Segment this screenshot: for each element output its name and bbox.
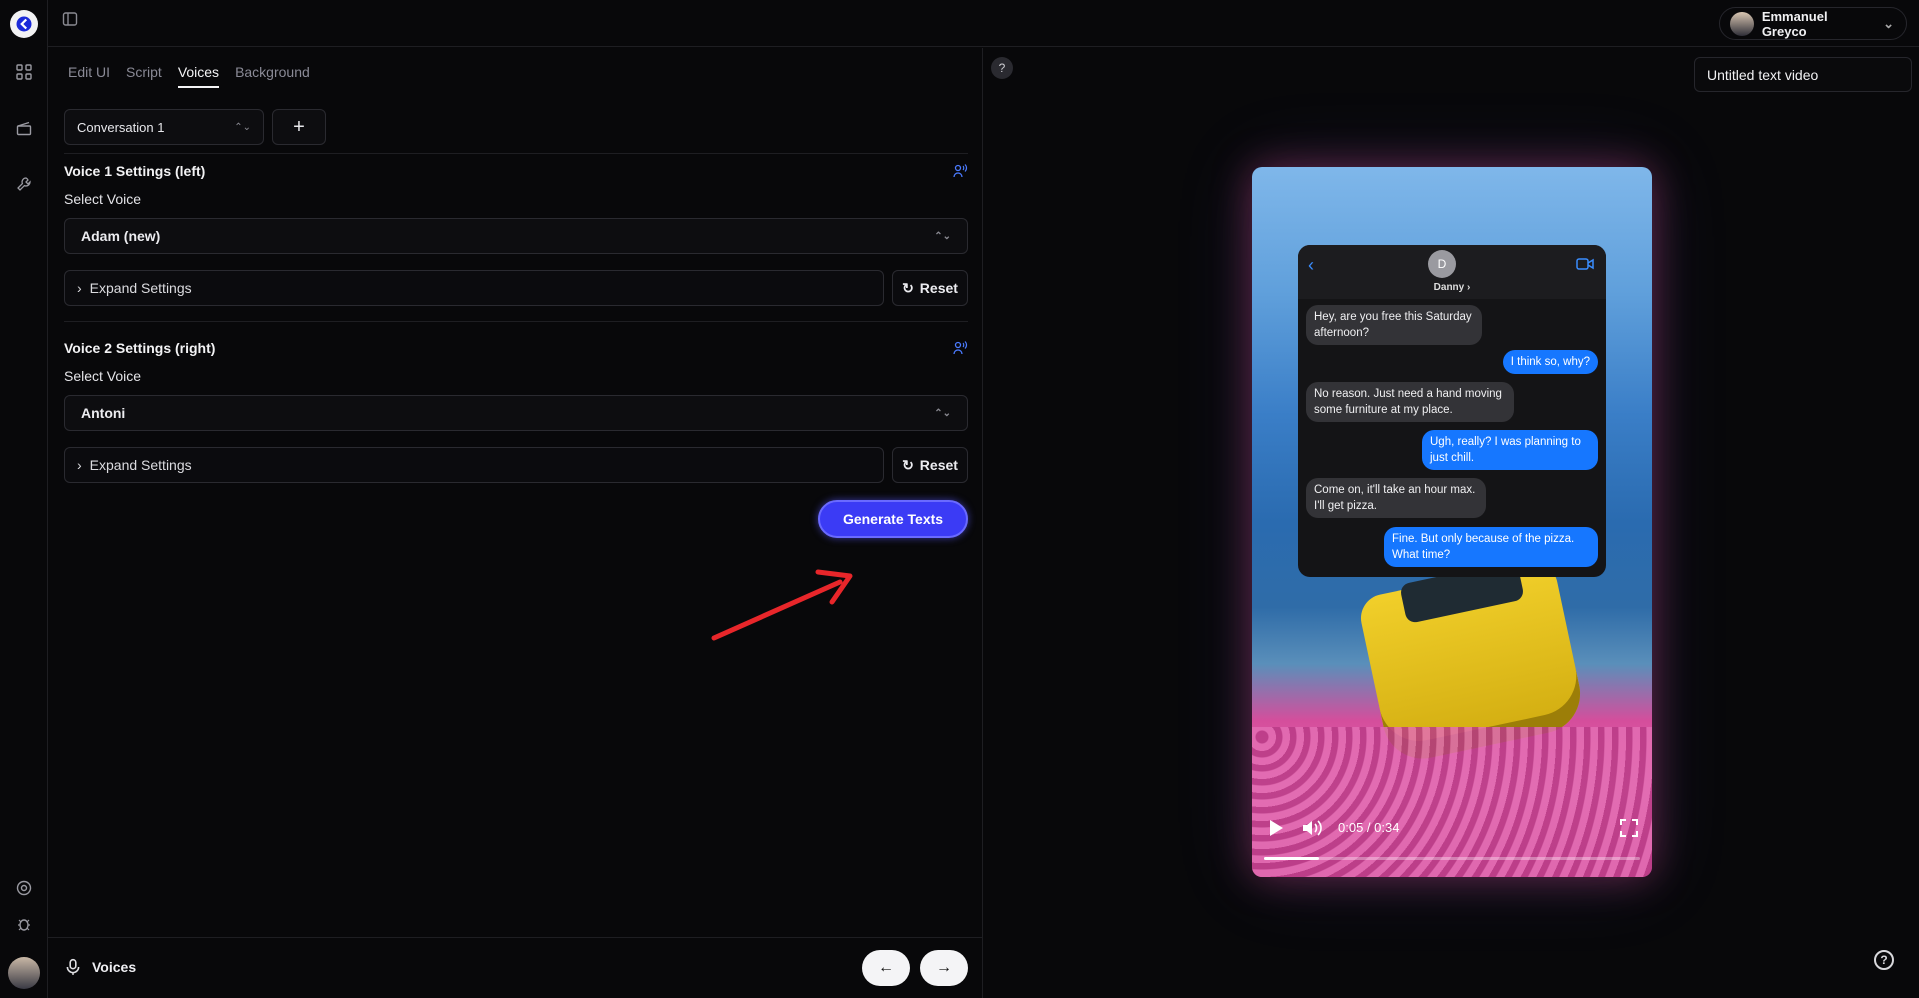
- microphone-icon: [64, 958, 84, 978]
- voice1-select-value: Adam (new): [81, 228, 161, 244]
- chevron-right-icon: ›: [77, 457, 82, 473]
- tab-script[interactable]: Script: [126, 64, 162, 88]
- chat-bubble-in: Come on, it'll take an hour max. I'll ge…: [1306, 478, 1486, 518]
- video-title-input[interactable]: [1694, 57, 1912, 92]
- video-camera-icon: [1576, 257, 1594, 271]
- tab-background[interactable]: Background: [235, 64, 310, 88]
- chevron-right-icon: ›: [77, 280, 82, 296]
- red-arrow-annotation: [711, 569, 853, 641]
- tab-voices[interactable]: Voices: [177, 64, 220, 88]
- contact-avatar: D: [1428, 250, 1456, 278]
- user-menu-avatar: [1730, 11, 1754, 36]
- progress-fill: [1264, 857, 1320, 860]
- voice1-title: Voice 1 Settings (left): [64, 163, 206, 179]
- sidebar-toggle-icon[interactable]: [62, 11, 80, 29]
- voice2-select-label: Select Voice: [64, 368, 142, 384]
- wrench-icon[interactable]: [14, 174, 34, 194]
- generate-texts-button[interactable]: Generate Texts: [818, 500, 968, 538]
- bug-icon[interactable]: [14, 914, 34, 934]
- app-root: Emmanuel Greyco ⌄ Edit UI Script Voices …: [0, 0, 1919, 998]
- chevron-down-icon: ⌄: [1883, 15, 1894, 31]
- divider: [64, 153, 968, 154]
- voice2-expand-label: Expand Settings: [89, 457, 192, 473]
- support-icon[interactable]: [14, 878, 34, 898]
- voice2-reset-label: Reset: [919, 457, 958, 473]
- user-menu-button[interactable]: Emmanuel Greyco ⌄: [1719, 7, 1907, 40]
- settings-panel: Edit UI Script Voices Background Convers…: [48, 48, 983, 998]
- chat-bubble-in: Hey, are you free this Saturday afternoo…: [1306, 305, 1482, 345]
- voice1-expand-label: Expand Settings: [89, 280, 192, 296]
- dashboard-icon[interactable]: [14, 62, 34, 82]
- next-step-button[interactable]: →: [920, 950, 968, 986]
- chat-bubble-out: I think so, why?: [1502, 350, 1598, 374]
- chat-header: ‹ D Danny ›: [1298, 245, 1606, 299]
- logo-icon: [16, 16, 32, 32]
- video-preview[interactable]: ‹ D Danny › Hey, are you free this Satur…: [1252, 167, 1652, 877]
- voice2-expand-settings[interactable]: › Expand Settings: [64, 447, 884, 483]
- preview-help-button[interactable]: ?: [991, 57, 1013, 79]
- play-icon[interactable]: [1268, 819, 1284, 837]
- voice2-select[interactable]: Antoni ⌃⌄: [64, 395, 968, 431]
- fullscreen-icon[interactable]: [1620, 819, 1638, 837]
- voice1-select-label: Select Voice: [64, 191, 142, 207]
- voice1-reset-button[interactable]: ↻ Reset: [892, 270, 968, 306]
- conversation-select-value: Conversation 1: [77, 119, 165, 135]
- voice2-reset-button[interactable]: ↻ Reset: [892, 447, 968, 483]
- arrow-right-icon: →: [936, 959, 952, 976]
- voice1-select[interactable]: Adam (new) ⌃⌄: [64, 218, 968, 254]
- user-avatar[interactable]: [8, 957, 40, 989]
- volume-icon[interactable]: [1302, 819, 1324, 837]
- chat-bubble-out: Fine. But only because of the pizza. Wha…: [1384, 527, 1598, 567]
- voice1-reset-label: Reset: [919, 280, 958, 296]
- video-controls: 0:05 / 0:34: [1252, 807, 1652, 877]
- chat-bubble-out: Ugh, really? I was planning to just chil…: [1422, 430, 1598, 470]
- tab-edit-ui[interactable]: Edit UI: [68, 64, 110, 88]
- progress-track[interactable]: [1264, 857, 1640, 860]
- divider: [64, 321, 968, 322]
- chat-bubble-in: No reason. Just need a hand moving some …: [1306, 382, 1514, 422]
- clapperboard-icon[interactable]: [14, 118, 34, 138]
- footer-section-label: Voices: [92, 959, 137, 975]
- arrow-left-icon: ←: [878, 959, 894, 976]
- add-conversation-button[interactable]: +: [272, 109, 326, 145]
- reset-icon: ↻: [902, 456, 914, 473]
- voice1-expand-settings[interactable]: › Expand Settings: [64, 270, 884, 306]
- left-rail: [0, 0, 48, 998]
- updown-icon: ⌃⌄: [934, 230, 951, 242]
- conversation-select[interactable]: Conversation 1 ⌃⌄: [64, 109, 264, 145]
- chat-overlay: ‹ D Danny › Hey, are you free this Satur…: [1298, 245, 1606, 577]
- contact-name: Danny ›: [1433, 282, 1471, 293]
- voice-speaker-icon[interactable]: [952, 340, 968, 356]
- top-bar: Emmanuel Greyco ⌄: [48, 0, 1919, 47]
- app-logo[interactable]: [10, 10, 38, 38]
- playback-time: 0:05 / 0:34: [1338, 820, 1400, 835]
- voice-speaker-icon[interactable]: [952, 163, 968, 179]
- chevron-left-icon: ‹: [1308, 255, 1314, 275]
- reset-icon: ↻: [902, 279, 914, 296]
- previous-step-button[interactable]: ←: [862, 950, 910, 986]
- panel-footer: Voices ← →: [48, 937, 983, 998]
- voice2-select-value: Antoni: [81, 405, 126, 421]
- tab-bar: Edit UI Script Voices Background: [68, 64, 310, 88]
- voice2-title: Voice 2 Settings (right): [64, 340, 216, 356]
- user-name: Emmanuel Greyco: [1761, 8, 1828, 39]
- help-icon[interactable]: ?: [1874, 950, 1894, 970]
- updown-icon: ⌃⌄: [934, 407, 951, 419]
- updown-icon: ⌃⌄: [234, 121, 251, 133]
